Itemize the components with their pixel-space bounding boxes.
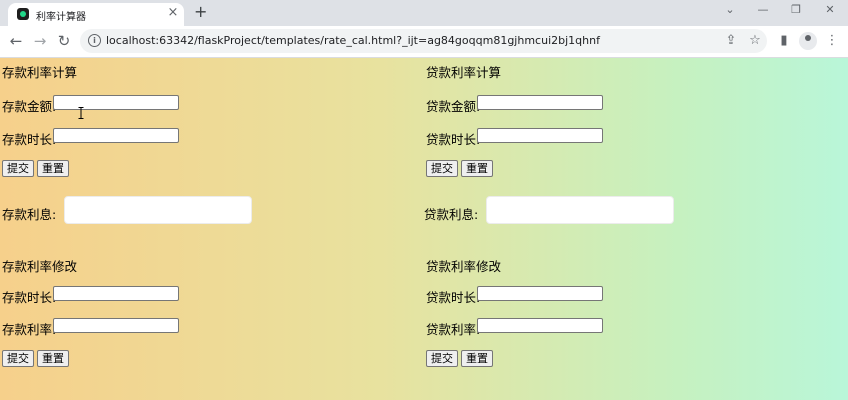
back-icon[interactable]: ← bbox=[7, 32, 25, 50]
deposit-calc-title: 存款利率计算 bbox=[2, 65, 78, 80]
minimize-icon[interactable]: — bbox=[753, 3, 773, 16]
loan-interest-output bbox=[486, 196, 674, 224]
deposit-submit-button[interactable]: 提交 bbox=[2, 160, 34, 177]
deposit-reset-button[interactable]: 重置 bbox=[37, 160, 69, 177]
loan-duration-label: 贷款时长: bbox=[426, 132, 481, 147]
deposit-duration-input[interactable] bbox=[53, 128, 179, 143]
new-tab-icon[interactable]: + bbox=[194, 2, 207, 21]
deposit-amount-label: 存款金额: bbox=[2, 99, 57, 114]
loan-modify-submit-button[interactable]: 提交 bbox=[426, 350, 458, 367]
deposit-amount-input[interactable] bbox=[53, 95, 179, 110]
bookmark-star-icon[interactable]: ☆ bbox=[746, 33, 764, 48]
loan-modify-rate-input[interactable] bbox=[477, 318, 603, 333]
close-window-icon[interactable]: ✕ bbox=[820, 3, 840, 16]
loan-interest-label: 贷款利息: bbox=[424, 207, 479, 222]
profile-avatar-icon[interactable] bbox=[799, 32, 817, 50]
loan-modify-title: 贷款利率修改 bbox=[426, 259, 502, 274]
page-content: 存款利率计算 存款金额: 存款时长: 提交 重置 存款利息: 贷款利率计算 贷款… bbox=[0, 58, 848, 400]
loan-submit-button[interactable]: 提交 bbox=[426, 160, 458, 177]
tab-title: 利率计算器 bbox=[36, 12, 86, 23]
side-panel-icon[interactable]: ▮ bbox=[775, 33, 793, 48]
forward-icon[interactable]: → bbox=[31, 32, 49, 50]
loan-calc-title: 贷款利率计算 bbox=[426, 65, 502, 80]
url-text[interactable]: localhost:63342/flaskProject/templates/r… bbox=[106, 34, 600, 47]
deposit-modify-rate-input[interactable] bbox=[53, 318, 179, 333]
loan-modify-duration-label: 贷款时长: bbox=[426, 290, 481, 305]
deposit-modify-title: 存款利率修改 bbox=[2, 259, 78, 274]
deposit-modify-rate-label: 存款利率: bbox=[2, 322, 57, 337]
loan-amount-label: 贷款金额: bbox=[426, 99, 481, 114]
loan-duration-input[interactable] bbox=[477, 128, 603, 143]
loan-modify-duration-input[interactable] bbox=[477, 286, 603, 301]
loan-amount-input[interactable] bbox=[477, 95, 603, 110]
menu-icon[interactable]: ⋮ bbox=[823, 33, 841, 48]
tab-search-icon[interactable]: ⌄ bbox=[720, 3, 740, 16]
share-icon[interactable]: ⇪ bbox=[722, 33, 740, 48]
text-cursor-icon bbox=[78, 107, 84, 119]
maximize-icon[interactable]: ❐ bbox=[786, 3, 806, 16]
pycharm-icon bbox=[17, 8, 29, 20]
site-info-icon[interactable]: i bbox=[88, 34, 101, 47]
loan-modify-rate-label: 贷款利率: bbox=[426, 322, 481, 337]
loan-reset-button[interactable]: 重置 bbox=[461, 160, 493, 177]
deposit-modify-submit-button[interactable]: 提交 bbox=[2, 350, 34, 367]
address-bar[interactable]: i localhost:63342/flaskProject/templates… bbox=[80, 29, 767, 53]
deposit-interest-label: 存款利息: bbox=[2, 207, 57, 222]
deposit-modify-reset-button[interactable]: 重置 bbox=[37, 350, 69, 367]
tab-close-icon[interactable]: × bbox=[166, 5, 180, 20]
browser-tab[interactable]: 利率计算器 × bbox=[8, 3, 184, 26]
deposit-interest-output bbox=[64, 196, 252, 224]
browser-titlebar: 利率计算器 × + ⌄ — ❐ ✕ bbox=[0, 0, 848, 26]
deposit-modify-duration-label: 存款时长: bbox=[2, 290, 57, 305]
loan-modify-reset-button[interactable]: 重置 bbox=[461, 350, 493, 367]
browser-toolbar: ← → ↻ i localhost:63342/flaskProject/tem… bbox=[0, 26, 848, 58]
deposit-modify-duration-input[interactable] bbox=[53, 286, 179, 301]
reload-icon[interactable]: ↻ bbox=[55, 32, 73, 50]
deposit-duration-label: 存款时长: bbox=[2, 132, 57, 147]
